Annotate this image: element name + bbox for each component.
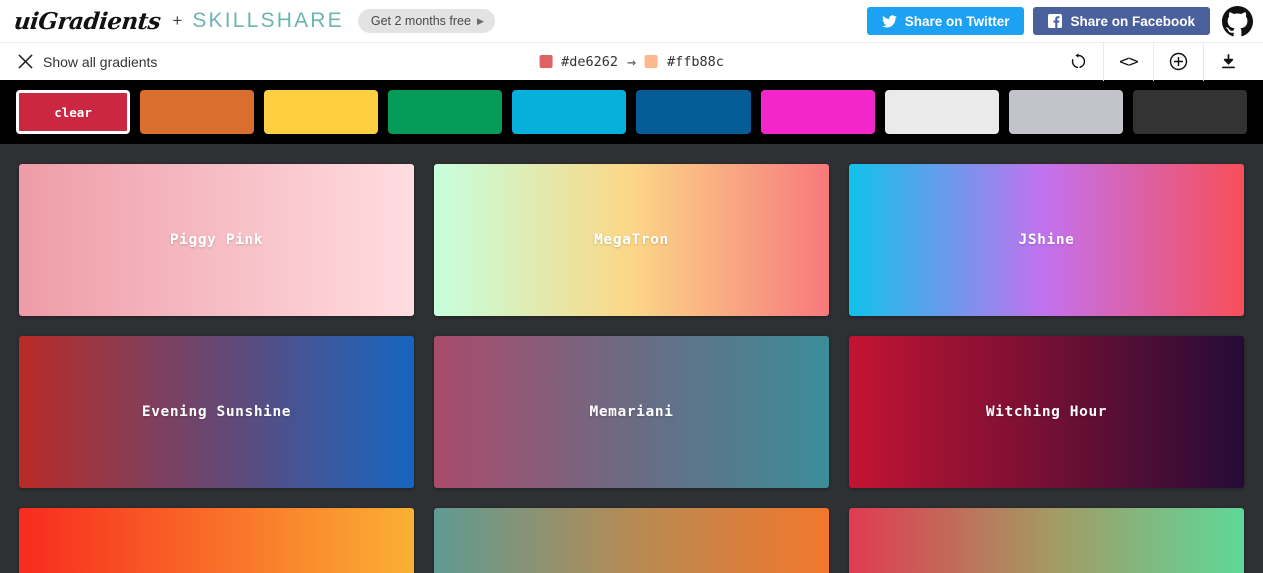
color-filter-blue[interactable] xyxy=(636,90,750,134)
caret-right-icon: ▶ xyxy=(477,16,484,27)
gradient-grid-scroll-area[interactable]: Piggy Pink MegaTron JShine Evening Sunshine… xyxy=(0,144,1263,573)
color-filter-label: clear xyxy=(54,105,92,120)
share-twitter-label: Share on Twitter xyxy=(905,14,1010,29)
color-filter-green[interactable] xyxy=(388,90,502,134)
partner-plus-sign: + xyxy=(172,11,182,31)
color-filter-white[interactable] xyxy=(885,90,999,134)
github-icon[interactable] xyxy=(1222,6,1253,37)
gradient-card-title: Witching Hour xyxy=(986,404,1107,420)
top-header-bar: uiGradients + SKILLSHARE Get 2 months fr… xyxy=(0,0,1263,42)
show-all-gradients-button[interactable]: Show all gradients xyxy=(18,54,157,70)
gradient-card-title: JShine xyxy=(1019,232,1075,248)
partner-name[interactable]: SKILLSHARE xyxy=(192,9,344,33)
toolbar-icon-group: <> xyxy=(1053,43,1253,81)
color-filter-clear[interactable]: clear xyxy=(16,90,130,134)
promo-label: Get 2 months free xyxy=(371,14,471,28)
gradient-end-hex[interactable]: #ffb88c xyxy=(667,54,724,70)
share-facebook-button[interactable]: Share on Facebook xyxy=(1033,7,1210,35)
gradient-card-title: Evening Sunshine xyxy=(142,404,291,420)
gradient-card[interactable]: Evening Sunshine xyxy=(19,336,414,488)
current-gradient-readout: #de6262 → #ffb88c xyxy=(539,53,724,71)
code-icon: <> xyxy=(1119,52,1137,72)
twitter-icon xyxy=(882,15,897,28)
color-filter-black[interactable] xyxy=(1133,90,1247,134)
share-twitter-button[interactable]: Share on Twitter xyxy=(867,7,1025,35)
color-filter-strip: clear xyxy=(0,80,1263,144)
gradient-card[interactable] xyxy=(19,508,414,573)
header-actions: Share on Twitter Share on Facebook xyxy=(867,6,1253,37)
close-icon xyxy=(18,54,33,69)
arrow-right-icon: → xyxy=(627,53,636,71)
gradient-card[interactable]: Memariani xyxy=(434,336,829,488)
gradient-card-title: Piggy Pink xyxy=(170,232,263,248)
gradient-card[interactable] xyxy=(434,508,829,573)
gradient-card[interactable]: Witching Hour xyxy=(849,336,1244,488)
color-filter-yellow[interactable] xyxy=(264,90,378,134)
refresh-icon xyxy=(1070,53,1087,70)
gradient-end-swatch[interactable] xyxy=(645,55,658,68)
gradient-card[interactable] xyxy=(849,508,1244,573)
facebook-icon xyxy=(1048,14,1062,28)
gradient-card[interactable]: JShine xyxy=(849,164,1244,316)
gradient-start-swatch[interactable] xyxy=(539,55,552,68)
color-filter-orange[interactable] xyxy=(140,90,254,134)
gradient-grid: Piggy Pink MegaTron JShine Evening Sunshine… xyxy=(19,164,1244,573)
gradient-card[interactable]: Piggy Pink xyxy=(19,164,414,316)
site-logo[interactable]: uiGradients xyxy=(13,8,162,35)
gradient-card-title: Memariani xyxy=(590,404,674,420)
color-filter-cyan[interactable] xyxy=(512,90,626,134)
gradient-card[interactable]: MegaTron xyxy=(434,164,829,316)
color-filter-grey[interactable] xyxy=(1009,90,1123,134)
show-all-gradients-label: Show all gradients xyxy=(43,54,157,70)
color-filter-magenta[interactable] xyxy=(761,90,875,134)
gradient-card-title: MegaTron xyxy=(594,232,669,248)
refresh-button[interactable] xyxy=(1053,43,1103,81)
plus-circle-icon xyxy=(1169,52,1188,71)
add-button[interactable] xyxy=(1153,43,1203,81)
code-button[interactable]: <> xyxy=(1103,43,1153,81)
download-button[interactable] xyxy=(1203,43,1253,81)
promo-button[interactable]: Get 2 months free ▶ xyxy=(358,9,495,33)
gradient-start-hex[interactable]: #de6262 xyxy=(561,54,618,70)
toolbar: Show all gradients #de6262 → #ffb88c <> xyxy=(0,42,1263,80)
download-icon xyxy=(1220,53,1237,70)
share-facebook-label: Share on Facebook xyxy=(1070,14,1195,29)
